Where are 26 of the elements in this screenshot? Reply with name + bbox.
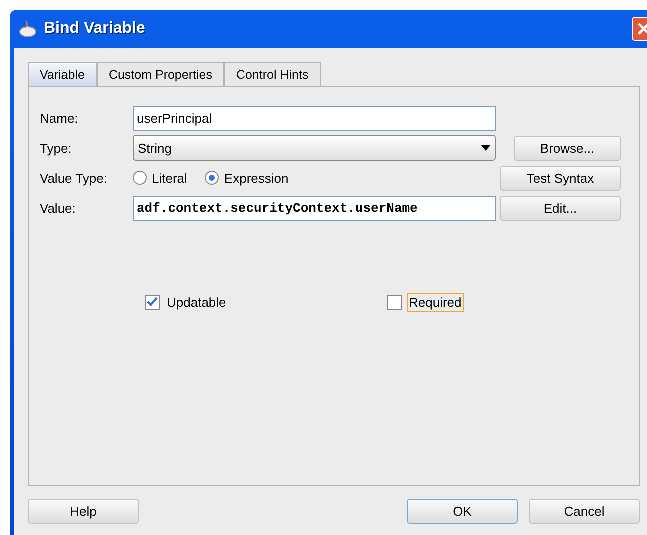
edit-button[interactable]: Edit... <box>500 196 621 220</box>
dialog-button[interactable]: Cancel <box>529 499 640 524</box>
browse-button[interactable]: Browse... <box>514 136 621 160</box>
checkbox-label[interactable]: Updatable <box>165 293 228 312</box>
dialog-button[interactable]: Help <box>28 499 139 524</box>
type-dropdown[interactable]: String <box>133 135 496 161</box>
test-syntax-button[interactable]: Test Syntax <box>500 166 621 190</box>
checkbox[interactable] <box>145 295 160 310</box>
tab[interactable]: Variable <box>28 62 97 86</box>
close-icon <box>638 23 647 35</box>
checkbox-label[interactable]: Required <box>407 293 464 312</box>
coffee-cup-icon <box>18 19 38 39</box>
dialog-button[interactable]: OK <box>407 499 518 524</box>
caret-icon <box>481 145 491 151</box>
field-label: Value: <box>40 200 77 216</box>
radio-option[interactable]: Expression <box>205 170 289 186</box>
window-title: Bind Variable <box>44 20 146 38</box>
name-field[interactable]: userPrincipal <box>133 106 496 130</box>
field-label: Type: <box>40 140 73 156</box>
checkbox[interactable] <box>387 295 402 310</box>
tab[interactable]: Custom Properties <box>96 62 224 86</box>
radio-option[interactable]: Literal <box>133 170 188 186</box>
field-label: Value Type: <box>40 170 108 186</box>
tab[interactable]: Control Hints <box>224 62 321 86</box>
field-label: Name: <box>40 110 80 126</box>
value-field[interactable]: adf.context.securityContext.userName <box>133 196 496 220</box>
